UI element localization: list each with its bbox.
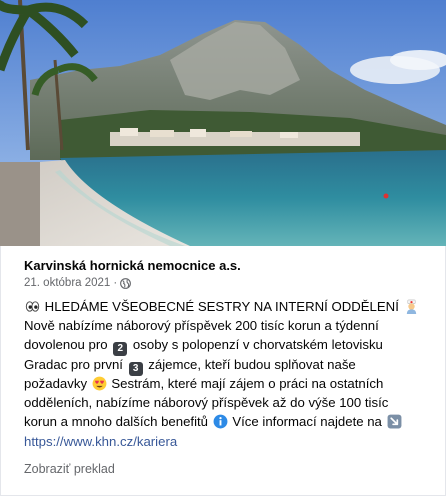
- see-translation-button[interactable]: Zobraziť preklad: [24, 462, 115, 476]
- post-text-segment: Sestrám, které mají zájem o práci na ost…: [107, 375, 384, 391]
- post-text-line: dovolenou pro 2 osoby s polopenzí v chor…: [24, 335, 429, 357]
- globe-icon: [120, 277, 132, 289]
- nurse-icon: [404, 299, 419, 314]
- post-text-segment: odděleních, nabízíme náborový příspěvek …: [24, 394, 389, 410]
- info-icon: [213, 414, 228, 429]
- post-text-line: odděleních, nabízíme náborový příspěvek …: [24, 393, 429, 412]
- post-text-line: požadavky Sestrám, které mají zájem o pr…: [24, 374, 429, 393]
- post-text-segment: HLEDÁME VŠEOBECNÉ SESTRY NA INTERNÍ ODDĚ…: [41, 299, 403, 314]
- post-text-segment: korun a mnoho dalších benefitů: [24, 414, 212, 430]
- meta-separator: ·: [113, 277, 118, 289]
- post-text-segment: dovolenou pro: [24, 337, 112, 353]
- post-text-segment: požadavky: [24, 375, 91, 391]
- post-text-line: Nově nabízíme náborový příspěvek 200 tis…: [24, 316, 429, 335]
- post-date[interactable]: 21. októbra 2021: [24, 277, 110, 289]
- down-right-arrow-icon: [387, 414, 402, 429]
- post-text-segment: zájemce, kteří budou splňovat naše: [144, 356, 356, 372]
- post-text-segment: osoby s polopenzí v chorvatském letovisk…: [129, 337, 383, 353]
- post-meta: 21. októbra 2021 ·: [24, 277, 132, 289]
- post-text-line: HLEDÁME VŠEOBECNÉ SESTRY NA INTERNÍ ODDĚ…: [24, 297, 429, 316]
- post-photo[interactable]: [0, 0, 446, 246]
- post-text-line: korun a mnoho dalších benefitů Více info…: [24, 412, 429, 431]
- page-name-link[interactable]: Karvinská hornická nemocnice a.s.: [24, 258, 241, 273]
- post-text-segment: Gradac pro první: [24, 356, 127, 372]
- post-card: Karvinská hornická nemocnice a.s. 21. ok…: [0, 0, 446, 496]
- eyes-icon: [25, 299, 40, 314]
- post-text: HLEDÁME VŠEOBECNÉ SESTRY NA INTERNÍ ODDĚ…: [24, 297, 429, 431]
- post-text-line: Gradac pro první 3 zájemce, kteří budou …: [24, 355, 429, 376]
- post-text-segment: Nově nabízíme náborový příspěvek 200 tis…: [24, 318, 379, 334]
- post-link[interactable]: https://www.khn.cz/kariera: [24, 434, 177, 449]
- heart-eyes-icon: [92, 376, 107, 391]
- post-text-segment: Více informací najdete na: [228, 414, 386, 430]
- post-content: Karvinská hornická nemocnice a.s. 21. ok…: [0, 246, 446, 496]
